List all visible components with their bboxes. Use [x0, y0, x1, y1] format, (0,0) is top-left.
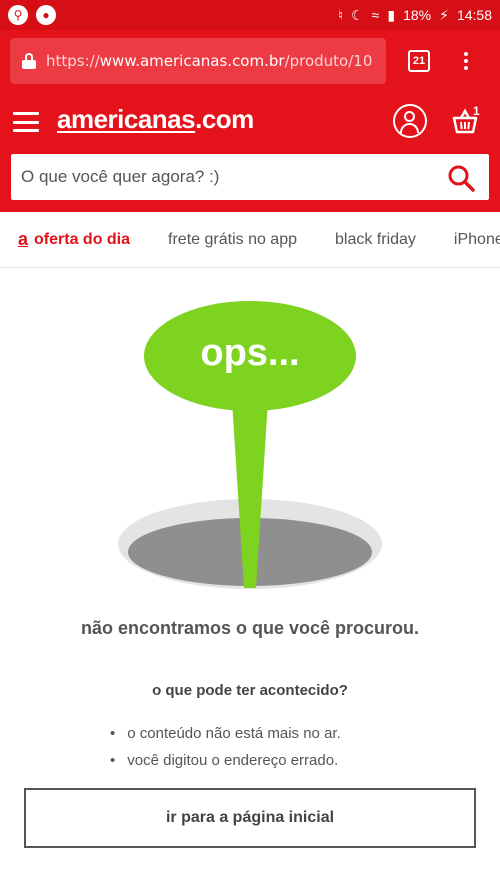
url-text: https://www.americanas.com.br/produto/10	[46, 52, 372, 70]
tab-switcher-button[interactable]: 21	[408, 50, 430, 72]
search-icon[interactable]	[447, 164, 475, 192]
reason-list: o conteúdo não está mais no ar. você dig…	[110, 720, 430, 774]
more-icon[interactable]	[464, 52, 468, 70]
user-icon[interactable]	[393, 104, 427, 138]
menu-icon[interactable]	[13, 112, 39, 132]
battery-level: 18%	[403, 7, 432, 23]
nav-item-oferta-do-dia[interactable]: a oferta do dia	[18, 229, 130, 250]
logo-main: americanas	[57, 104, 196, 134]
status-bar: ⚲ ● ♮ ☾ ≈ ▮ 18% ⚡ 14:58	[0, 0, 500, 30]
deal-icon: a	[18, 229, 29, 249]
browser-toolbar: https://www.americanas.com.br/produto/10…	[0, 30, 500, 92]
nav-item-frete-gratis[interactable]: frete grátis no app	[168, 231, 297, 249]
battery-icon: ⚡	[439, 6, 449, 23]
search-box	[11, 154, 489, 200]
url-host: www.americanas.com.br	[99, 52, 285, 70]
error-subtitle: o que pode ter acontecido?	[152, 682, 348, 699]
lock-notification-icon: ●	[36, 5, 56, 25]
clock: 14:58	[456, 7, 492, 23]
error-title: não encontramos o que você procurou.	[80, 618, 420, 638]
search-input[interactable]	[21, 167, 431, 187]
home-page-button[interactable]: ir para a página inicial	[24, 788, 476, 848]
bubble-text: ops...	[200, 332, 300, 374]
url-bar[interactable]: https://www.americanas.com.br/produto/10	[10, 38, 386, 84]
headphones-icon: ♮	[338, 6, 344, 23]
lock-icon	[22, 53, 36, 69]
list-item: você digitou o endereço errado.	[110, 747, 430, 774]
category-nav: a oferta do dia frete grátis no app blac…	[0, 212, 500, 268]
logo-suffix: .com	[195, 104, 254, 134]
nav-item-iphone[interactable]: iPhone	[454, 231, 500, 249]
site-logo[interactable]: americanas.com	[57, 104, 254, 135]
nav-item-label: oferta do dia	[34, 230, 131, 248]
search-app-icon: ⚲	[8, 5, 28, 25]
wifi-icon: ≈	[371, 7, 380, 23]
signal-icon: ▮	[387, 6, 396, 23]
site-header: americanas.com 1	[0, 92, 500, 212]
url-scheme: https://	[46, 52, 100, 70]
cart-count: 1	[473, 104, 480, 118]
url-path: /produto/10	[284, 52, 373, 70]
moon-icon: ☾	[351, 6, 364, 23]
list-item: o conteúdo não está mais no ar.	[110, 720, 430, 747]
nav-item-black-friday[interactable]: black friday	[335, 231, 416, 249]
